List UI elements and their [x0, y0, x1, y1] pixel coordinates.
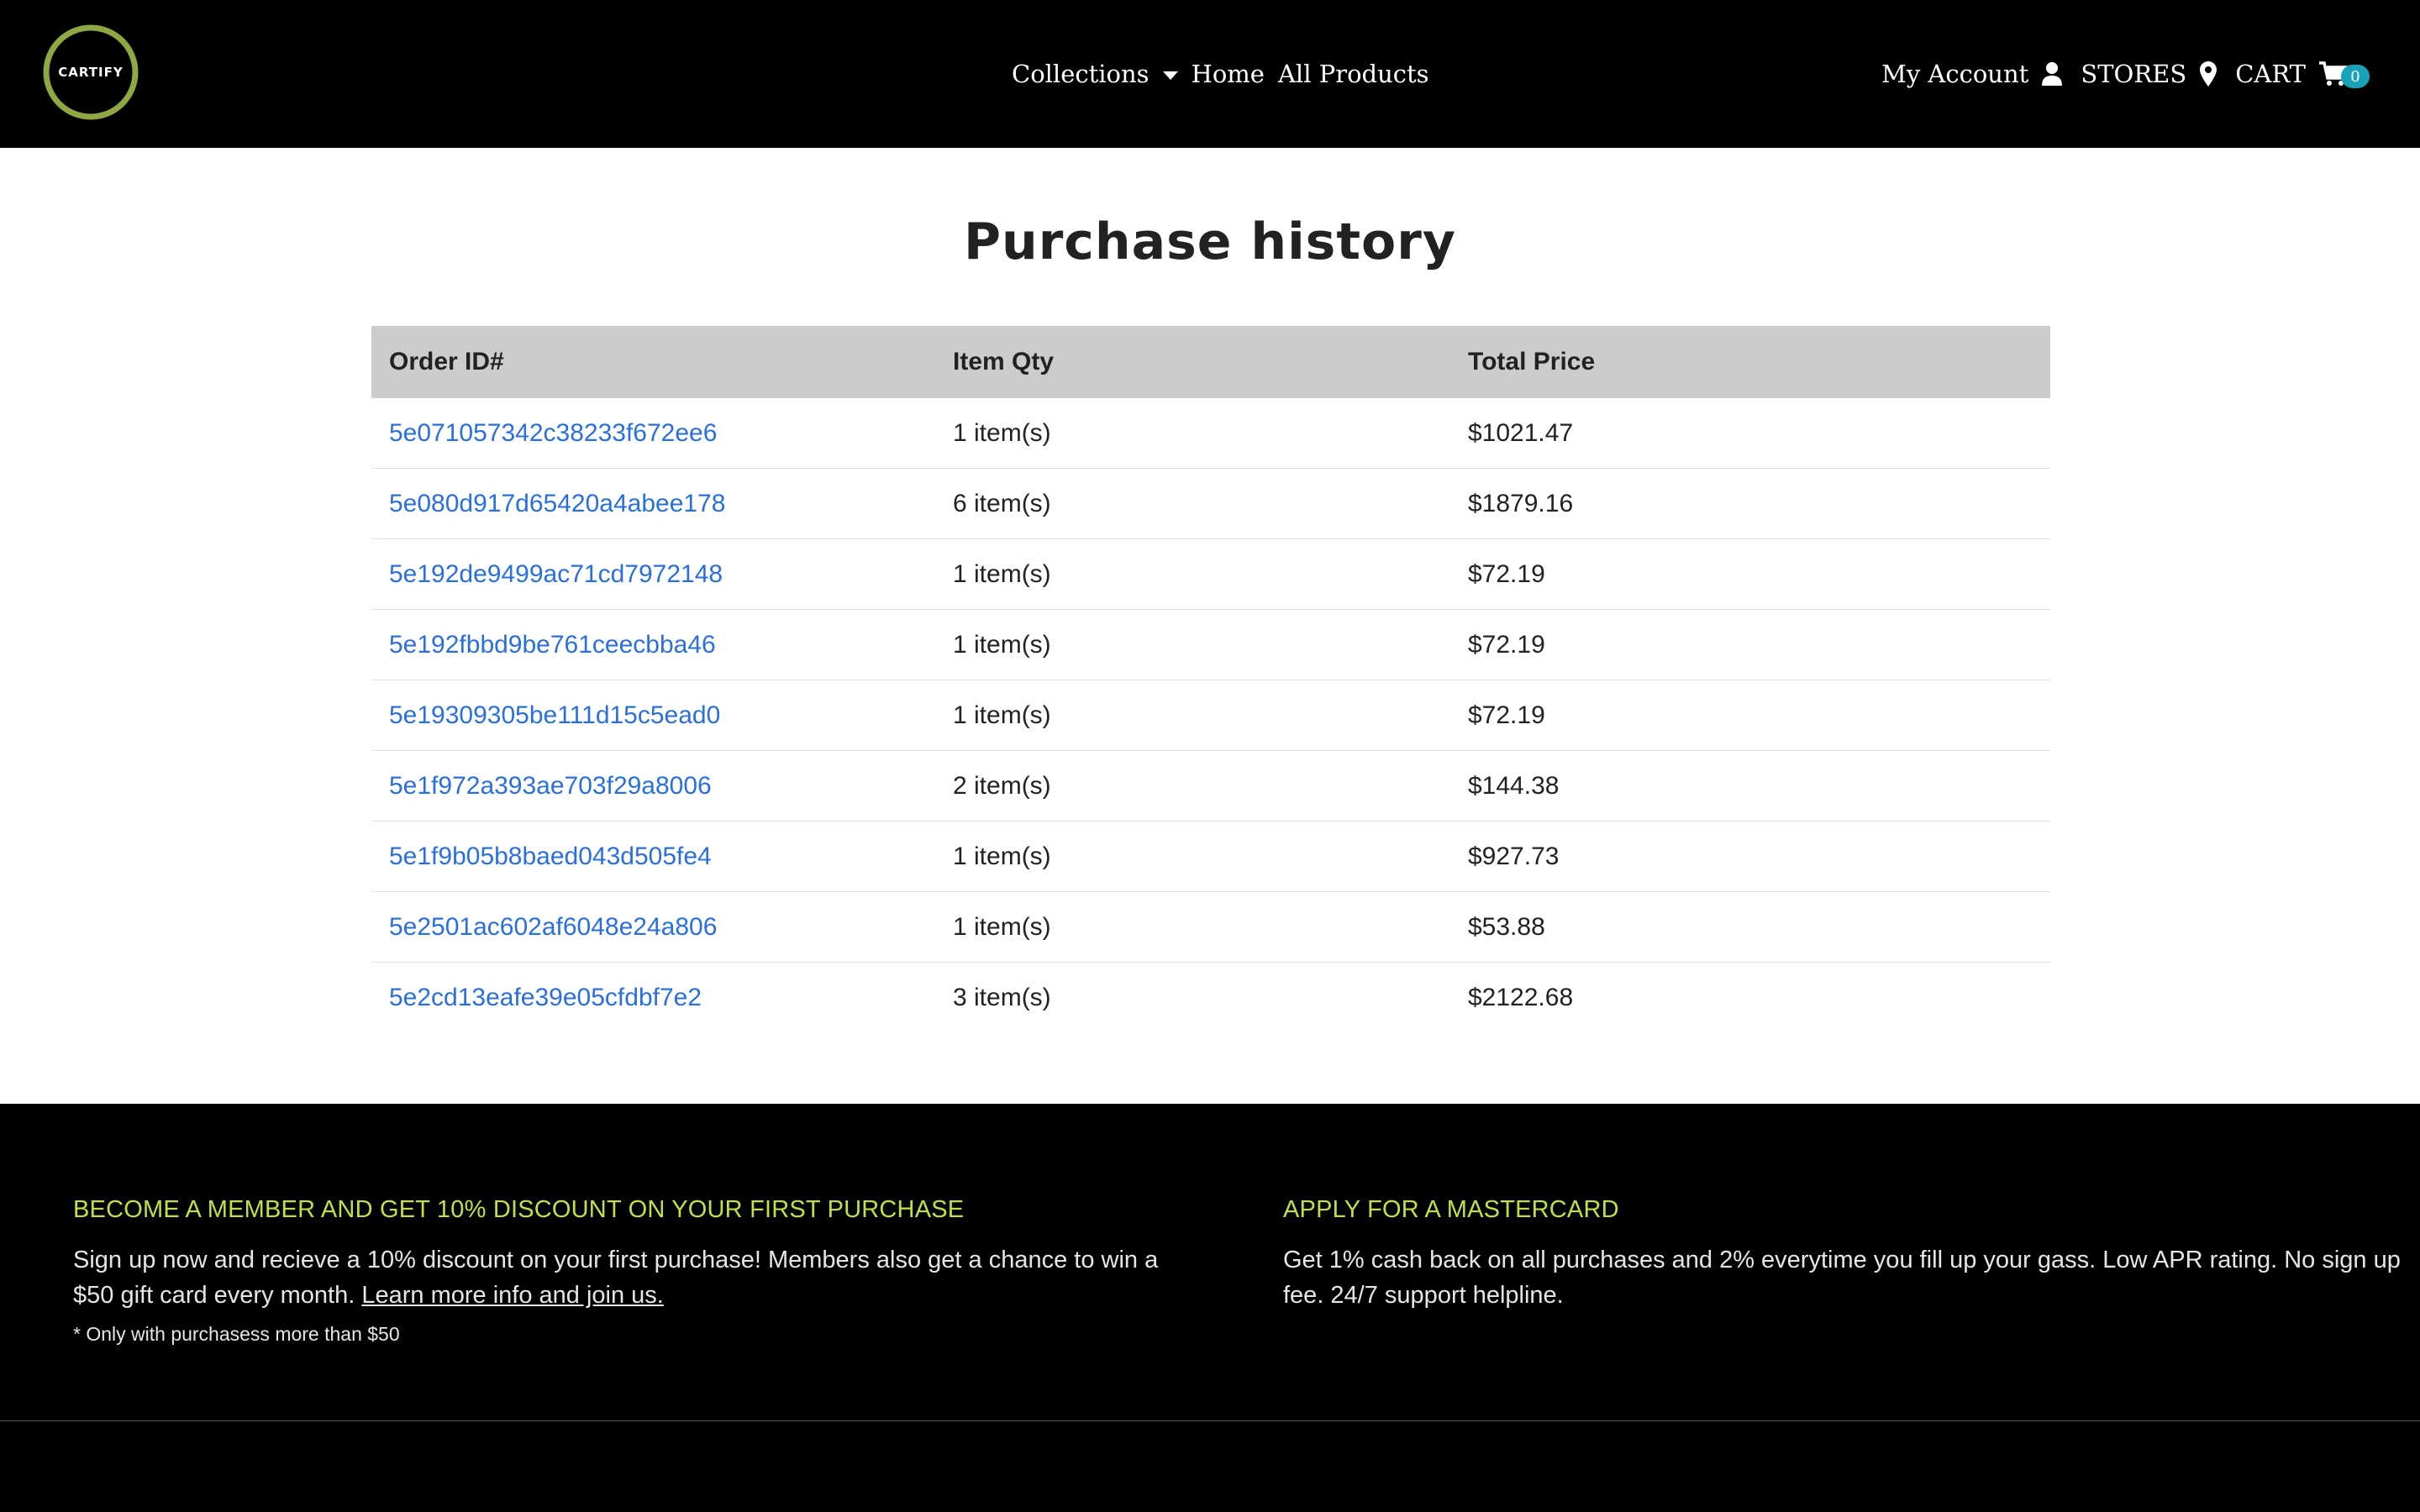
order-id-link[interactable]: 5e192de9499ac71cd7972148	[389, 560, 723, 588]
table-row: 5e080d917d65420a4abee178 6 item(s) $1879…	[371, 468, 2050, 539]
purchase-history-table: Order ID# Item Qty Total Price 5e0710573…	[371, 326, 2050, 1032]
item-qty-cell: 6 item(s)	[935, 468, 1450, 539]
cart-link[interactable]: CART 0	[2235, 60, 2370, 88]
member-promo: BECOME A MEMBER AND GET 10% DISCOUNT ON …	[73, 1196, 1199, 1346]
my-account-link[interactable]: My Account	[1881, 60, 2081, 88]
map-marker-icon	[2200, 61, 2217, 87]
order-id-cell: 5e1f972a393ae703f29a8006	[371, 750, 935, 822]
item-qty-cell: 1 item(s)	[935, 821, 1450, 892]
join-link[interactable]: Learn more info and join us.	[361, 1282, 664, 1309]
mastercard-promo: APPLY FOR A MASTERCARD Get 1% cash back …	[1283, 1196, 2409, 1313]
collections-dropdown[interactable]: Collections	[1012, 60, 1178, 88]
item-qty-cell: 1 item(s)	[935, 891, 1450, 963]
order-id-link[interactable]: 5e19309305be111d15c5ead0	[389, 701, 720, 729]
total-price-cell: $53.88	[1450, 891, 2050, 963]
total-price-cell: $2122.68	[1450, 962, 2050, 1032]
cart-label: CART	[2235, 60, 2306, 88]
my-account-label: My Account	[1881, 60, 2029, 88]
total-price-cell: $1021.47	[1468, 418, 1574, 447]
total-price-cell: $927.73	[1450, 821, 2050, 892]
item-qty-header: Item Qty	[935, 326, 1450, 398]
order-id-cell: 5e071057342c38233f672ee6	[371, 398, 935, 469]
cartify-logo[interactable]: CARTIFY	[42, 24, 139, 121]
total-price-cell: $144.38	[1450, 750, 2050, 822]
total-price-cell: $1879.16	[1450, 468, 2050, 539]
total-price-cell: $72.19	[1450, 680, 2050, 751]
order-id-cell: 5e192fbbd9be761ceecbba46	[371, 609, 935, 680]
item-qty-cell: 3 item(s)	[935, 962, 1450, 1032]
table-row: 5e19309305be111d15c5ead0 1 item(s) $72.1…	[371, 680, 2050, 751]
table-row: 5e192fbbd9be761ceecbba46 1 item(s) $72.1…	[371, 609, 2050, 680]
order-id-link[interactable]: 5e2cd13eafe39e05cfdbf7e2	[389, 984, 702, 1011]
cart-count-badge: 0	[2341, 65, 2370, 88]
order-id-link[interactable]: 5e1f972a393ae703f29a8006	[389, 772, 712, 800]
order-id-link[interactable]: 5e1f9b05b8baed043d505fe4	[389, 843, 712, 870]
item-qty-cell: 2 item(s)	[935, 750, 1450, 822]
mastercard-promo-heading: APPLY FOR A MASTERCARD	[1283, 1196, 1619, 1223]
item-qty-cell: 1 item(s)	[953, 418, 1051, 447]
table-row: 5e071057342c38233f672ee6 1 item(s) $1021…	[371, 398, 2050, 469]
user-icon	[2042, 62, 2063, 86]
order-id-cell: 5e080d917d65420a4abee178	[371, 468, 935, 539]
table-row: 5e2cd13eafe39e05cfdbf7e2 3 item(s) $2122…	[371, 962, 2050, 1032]
home-link[interactable]: Home	[1192, 60, 1265, 88]
member-promo-text: Sign up now and recieve a 10% discount o…	[73, 1242, 1199, 1313]
stores-label: STORES	[2081, 60, 2187, 88]
table-row: 5e2501ac602af6048e24a806 1 item(s) $53.8…	[371, 891, 2050, 963]
table-header-row: Order ID# Item Qty Total Price	[371, 326, 2050, 398]
page-title: Purchase history	[964, 213, 1456, 271]
total-price-cell: $72.19	[1450, 609, 2050, 680]
footer: BECOME A MEMBER AND GET 10% DISCOUNT ON …	[0, 1104, 2420, 1512]
total-price-header: Total Price	[1450, 326, 2050, 398]
item-qty-cell: 1 item(s)	[935, 680, 1450, 751]
order-id-link[interactable]: 5e2501ac602af6048e24a806	[389, 913, 717, 941]
main-content: Purchase history Order ID# Item Qty Tota…	[0, 148, 2420, 1104]
order-id-cell: 5e2501ac602af6048e24a806	[371, 891, 935, 963]
chevron-down-icon	[1162, 71, 1178, 80]
order-id-header: Order ID#	[371, 326, 935, 398]
member-promo-note: * Only with purchasess more than $50	[73, 1323, 400, 1345]
order-id-link[interactable]: 5e080d917d65420a4abee178	[389, 490, 725, 517]
main-nav: Collections Home All Products	[1012, 0, 1443, 148]
order-id-link[interactable]: 5e192fbbd9be761ceecbba46	[389, 631, 716, 659]
stores-link[interactable]: STORES	[2081, 60, 2235, 88]
order-id-cell: 5e192de9499ac71cd7972148	[371, 538, 935, 610]
account-nav: My Account STORES CART 0	[1881, 0, 2370, 148]
table-row: 5e1f9b05b8baed043d505fe4 1 item(s) $927.…	[371, 821, 2050, 892]
member-promo-heading: BECOME A MEMBER AND GET 10% DISCOUNT ON …	[73, 1196, 965, 1223]
logo-text: CARTIFY	[58, 65, 124, 80]
mastercard-promo-text: Get 1% cash back on all purchases and 2%…	[1283, 1247, 2401, 1309]
order-id-cell: 5e1f9b05b8baed043d505fe4	[371, 821, 935, 892]
total-price-cell: $72.19	[1450, 538, 2050, 610]
item-qty-cell: 1 item(s)	[935, 538, 1450, 610]
navbar: CARTIFY Collections Home All Products My…	[0, 0, 2420, 148]
all-products-link[interactable]: All Products	[1278, 60, 1429, 88]
table-row: 5e1f972a393ae703f29a8006 2 item(s) $144.…	[371, 750, 2050, 822]
collections-label: Collections	[1012, 60, 1150, 88]
item-qty-cell: 1 item(s)	[935, 609, 1450, 680]
order-id-cell: 5e2cd13eafe39e05cfdbf7e2	[371, 962, 935, 1032]
footer-divider	[0, 1420, 2420, 1421]
order-id-cell: 5e19309305be111d15c5ead0	[371, 680, 935, 751]
table-row: 5e192de9499ac71cd7972148 1 item(s) $72.1…	[371, 538, 2050, 610]
order-id-link[interactable]: 5e071057342c38233f672ee6	[389, 419, 717, 447]
